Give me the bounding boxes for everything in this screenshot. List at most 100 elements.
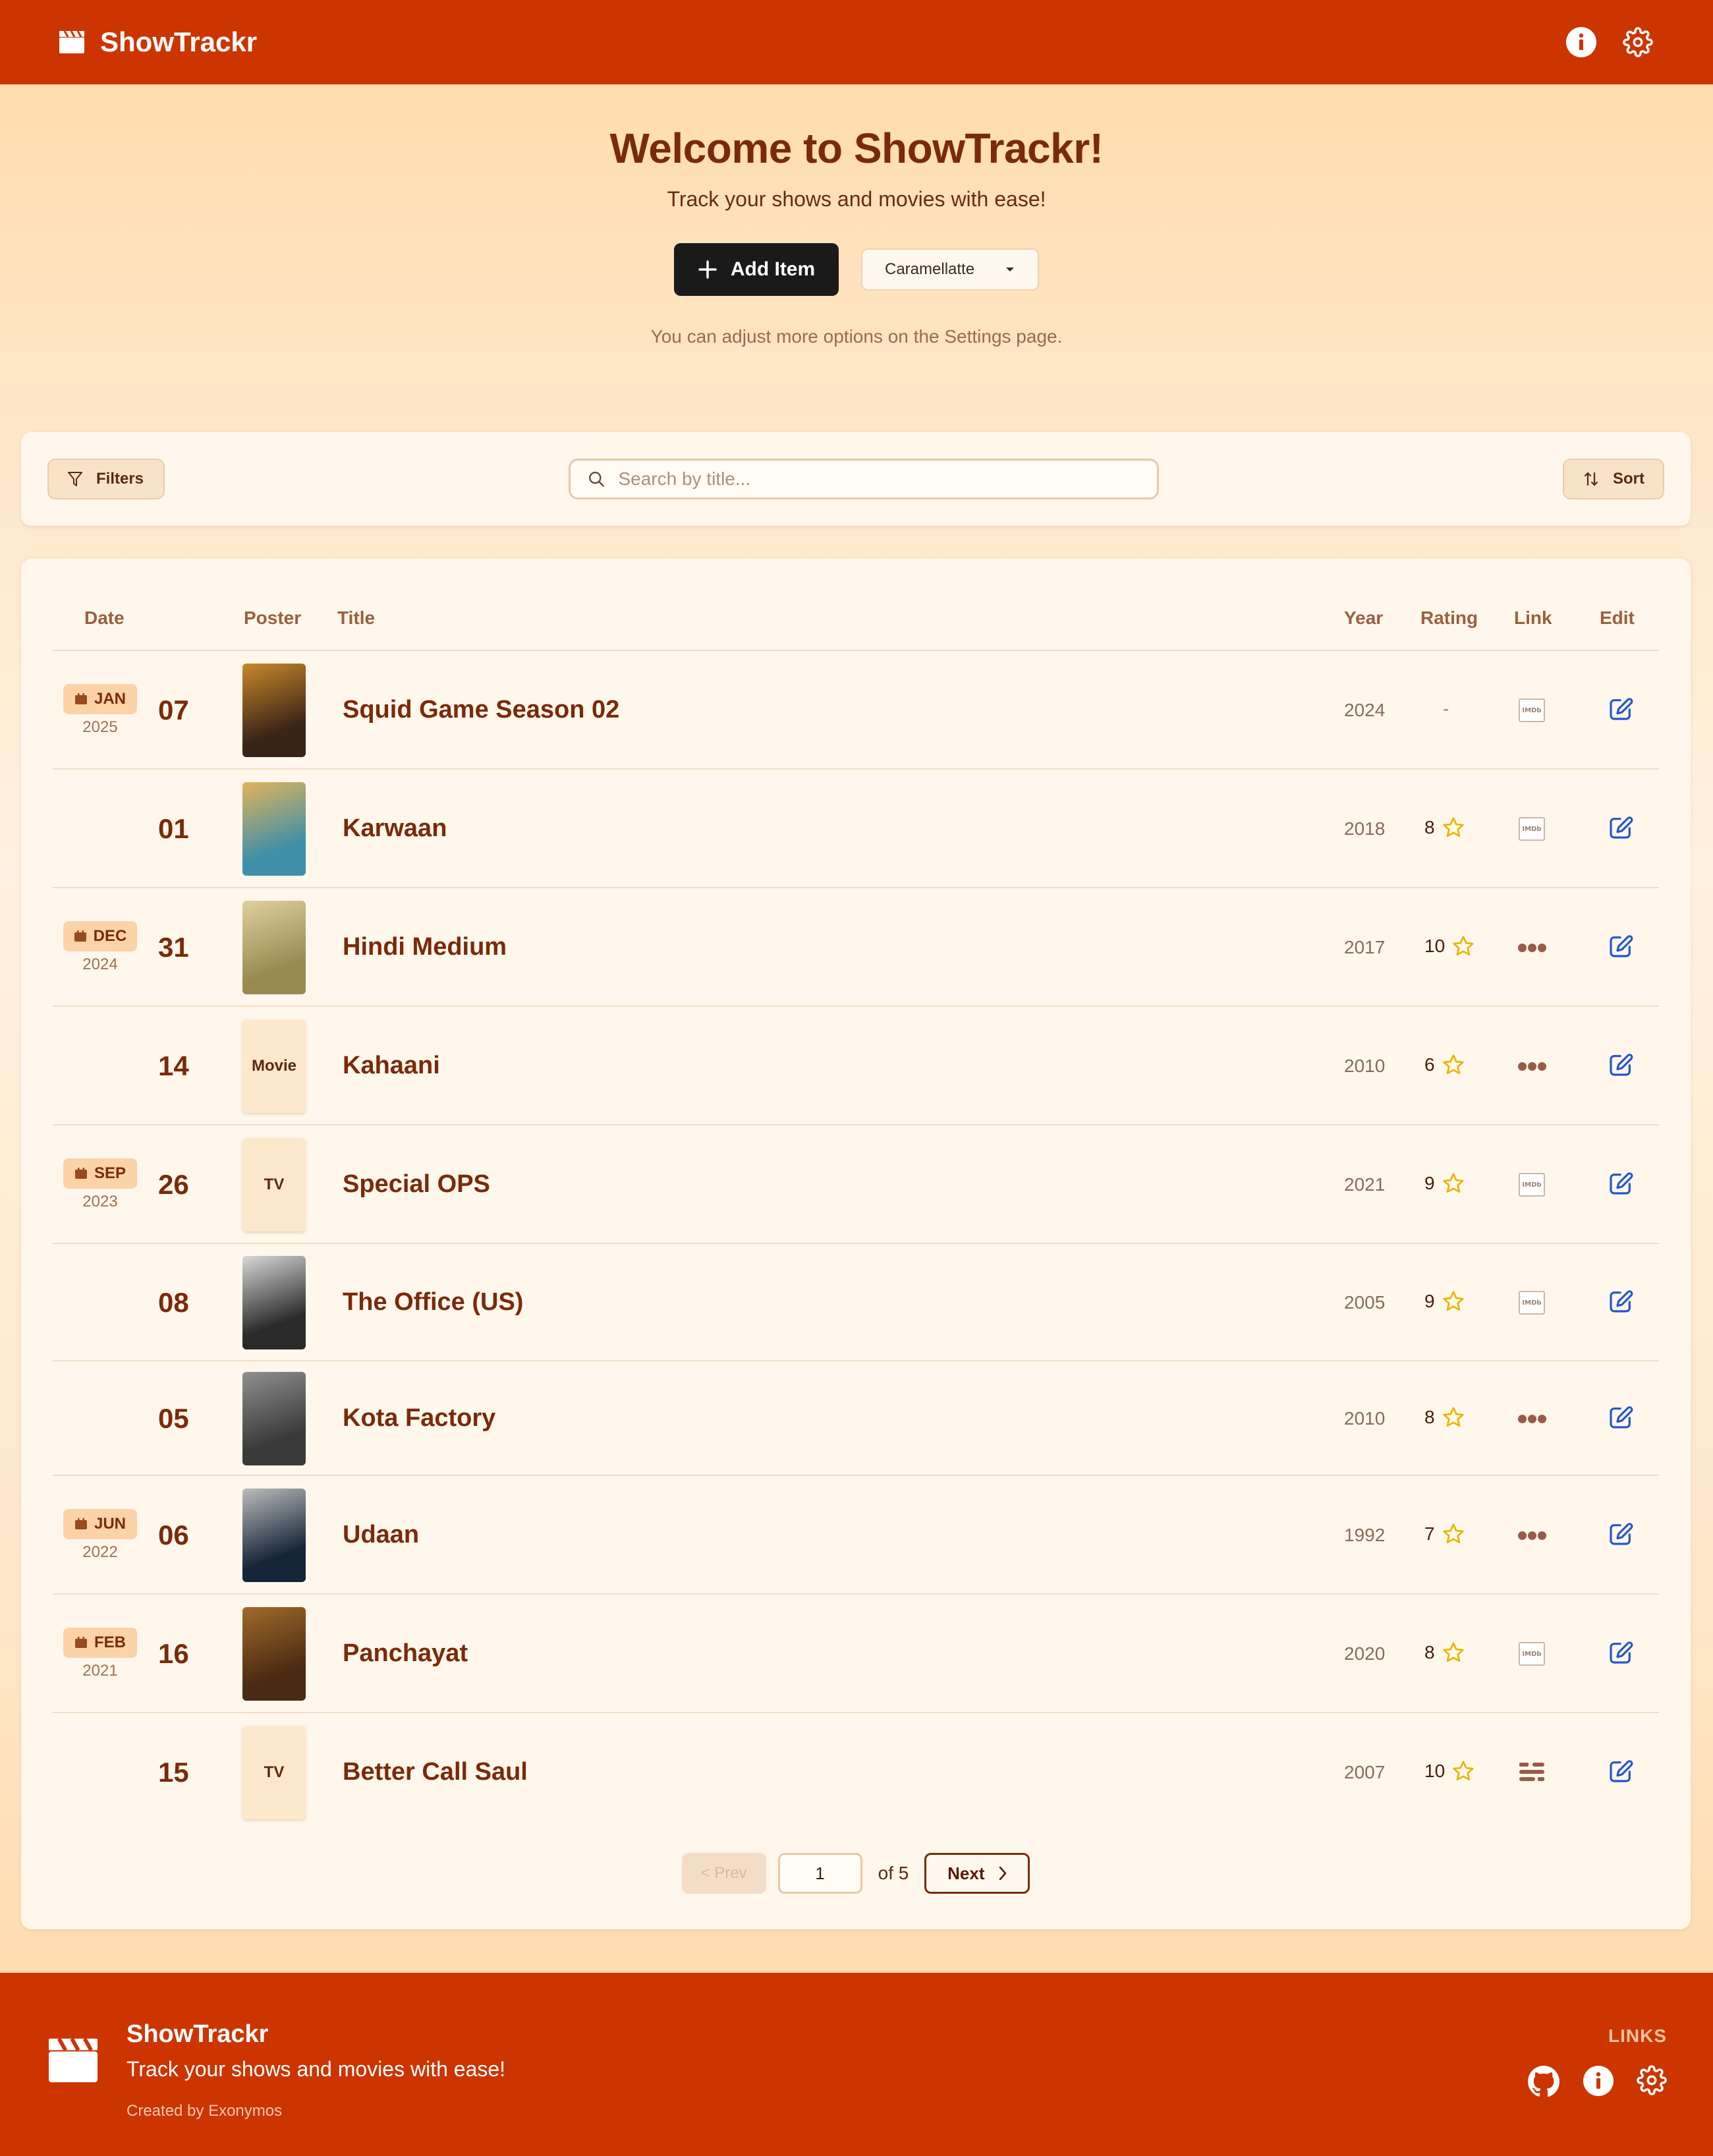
external-link[interactable]: IMDb (1518, 1291, 1546, 1315)
date-day: 01 (158, 813, 189, 844)
item-year: 2010 (1344, 1056, 1386, 1076)
item-rating: 8 (1424, 816, 1465, 839)
table-header: Date Poster Title Year Rating Link Edit (53, 559, 1659, 651)
table-row[interactable]: 14 Movie Kahaani 2010 6 (53, 1007, 1659, 1125)
poster-image[interactable] (242, 664, 306, 757)
rating-value: 8 (1424, 1407, 1435, 1427)
table-row[interactable]: 08 The Office (US) 2005 9 IMDb (53, 1244, 1659, 1361)
star-icon (1453, 1761, 1474, 1781)
page-number-input[interactable] (777, 1853, 862, 1894)
item-title[interactable]: Special OPS (343, 1170, 490, 1199)
date-month: JAN (94, 690, 126, 708)
sort-button[interactable]: Sort (1563, 459, 1664, 499)
filters-button[interactable]: Filters (47, 459, 165, 499)
item-year: 2021 (1344, 1174, 1386, 1195)
column-year[interactable]: Year (1344, 608, 1383, 629)
info-button[interactable] (1564, 25, 1598, 59)
search-box[interactable] (569, 459, 1159, 499)
item-year: 2020 (1344, 1643, 1386, 1664)
edit-icon (1610, 816, 1633, 839)
item-title[interactable]: Kota Factory (343, 1404, 495, 1433)
table-row[interactable]: 01 Karwaan 2018 8 IMDb (53, 770, 1659, 888)
theme-select[interactable]: Caramellatte (861, 248, 1039, 291)
external-link[interactable] (1518, 1761, 1546, 1784)
external-link[interactable]: IMDb (1518, 817, 1546, 841)
calendar-icon (75, 1637, 87, 1648)
info-icon (1566, 27, 1596, 57)
prev-page-button[interactable]: < Prev (681, 1853, 766, 1894)
footer-info-link[interactable] (1583, 2065, 1614, 2101)
item-title[interactable]: Kahaani (343, 1052, 440, 1080)
external-link[interactable] (1517, 1523, 1546, 1547)
edit-button[interactable] (1608, 814, 1634, 841)
imdb-icon: IMDb (1519, 698, 1545, 722)
date-month-badge: JUN (63, 1509, 137, 1539)
search-input[interactable] (618, 468, 1140, 490)
date-day: 31 (158, 932, 189, 963)
table-row[interactable]: 15 TV Better Call Saul 2007 10 (53, 1713, 1659, 1832)
item-title[interactable]: Udaan (343, 1521, 419, 1549)
table-row[interactable]: JUN 2022 06 Udaan 1992 7 (53, 1476, 1659, 1595)
add-item-button[interactable]: Add Item (674, 243, 839, 296)
column-rating[interactable]: Rating (1420, 608, 1478, 629)
brand[interactable]: ShowTrackr (58, 26, 257, 58)
item-title[interactable]: Karwaan (343, 814, 447, 843)
item-title[interactable]: The Office (US) (343, 1288, 523, 1317)
settings-icon (1637, 2065, 1667, 2095)
date-month-badge: JAN (63, 684, 137, 714)
poster-image[interactable] (242, 1489, 306, 1582)
edit-button[interactable] (1608, 1288, 1634, 1315)
poster-image[interactable] (242, 782, 306, 876)
settings-button[interactable] (1621, 25, 1655, 59)
column-title[interactable]: Title (337, 608, 375, 629)
next-page-label: Next (947, 1863, 985, 1883)
external-link[interactable] (1517, 1407, 1546, 1431)
rating-value: 9 (1424, 1173, 1435, 1193)
item-rating: - (1443, 698, 1449, 719)
item-title[interactable]: Squid Game Season 02 (343, 696, 619, 724)
table-row[interactable]: DEC 2024 31 Hindi Medium 2017 10 (53, 888, 1659, 1007)
footer-settings-link[interactable] (1637, 2065, 1667, 2101)
item-title[interactable]: Hindi Medium (343, 933, 507, 961)
edit-button[interactable] (1608, 696, 1634, 722)
table-row[interactable]: FEB 2021 16 Panchayat 2020 8 IMDb (53, 1595, 1659, 1713)
next-page-button[interactable]: Next (924, 1853, 1030, 1894)
edit-button[interactable] (1608, 1758, 1634, 1784)
rating-value: 8 (1424, 1642, 1435, 1662)
external-link[interactable]: IMDb (1518, 1173, 1546, 1197)
edit-button[interactable] (1608, 933, 1634, 959)
edit-button[interactable] (1608, 1639, 1634, 1666)
github-link[interactable] (1527, 2065, 1560, 2101)
edit-button[interactable] (1608, 1052, 1634, 1078)
table-row[interactable]: JAN 2025 07 Squid Game Season 02 2024 - IMDb (53, 651, 1659, 770)
item-title[interactable]: Better Call Saul (343, 1758, 528, 1786)
column-date[interactable]: Date (84, 608, 125, 629)
poster-placeholder[interactable]: TV (242, 1138, 306, 1232)
poster-image[interactable] (242, 1256, 306, 1349)
item-title[interactable]: Panchayat (343, 1639, 468, 1668)
external-link-icon (1517, 1062, 1546, 1071)
star-icon (1442, 1173, 1464, 1193)
item-rating: 8 (1424, 1641, 1465, 1664)
edit-button[interactable] (1608, 1170, 1634, 1197)
item-rating: 9 (1424, 1290, 1465, 1313)
settings-hint: You can adjust more options on the Setti… (650, 326, 1063, 347)
external-link[interactable] (1517, 1054, 1546, 1078)
filter-icon (68, 472, 82, 486)
edit-button[interactable] (1608, 1404, 1634, 1431)
external-link[interactable] (1517, 936, 1546, 959)
item-year: 2017 (1344, 937, 1386, 957)
external-link[interactable]: IMDb (1518, 1642, 1546, 1666)
poster-placeholder[interactable]: Movie (242, 1019, 306, 1113)
poster-image[interactable] (242, 901, 306, 994)
table-row[interactable]: 05 Kota Factory 2010 8 (53, 1361, 1659, 1476)
top-navbar: ShowTrackr (0, 0, 1713, 84)
item-rating: 10 (1424, 934, 1475, 958)
date-month-badge: SEP (63, 1158, 137, 1189)
table-row[interactable]: SEP 2023 26 TV Special OPS 2021 9 IMDb (53, 1125, 1659, 1244)
poster-image[interactable] (242, 1607, 306, 1701)
poster-image[interactable] (242, 1372, 306, 1465)
poster-placeholder[interactable]: TV (242, 1726, 306, 1819)
external-link[interactable]: IMDb (1518, 698, 1546, 722)
edit-button[interactable] (1608, 1521, 1634, 1547)
